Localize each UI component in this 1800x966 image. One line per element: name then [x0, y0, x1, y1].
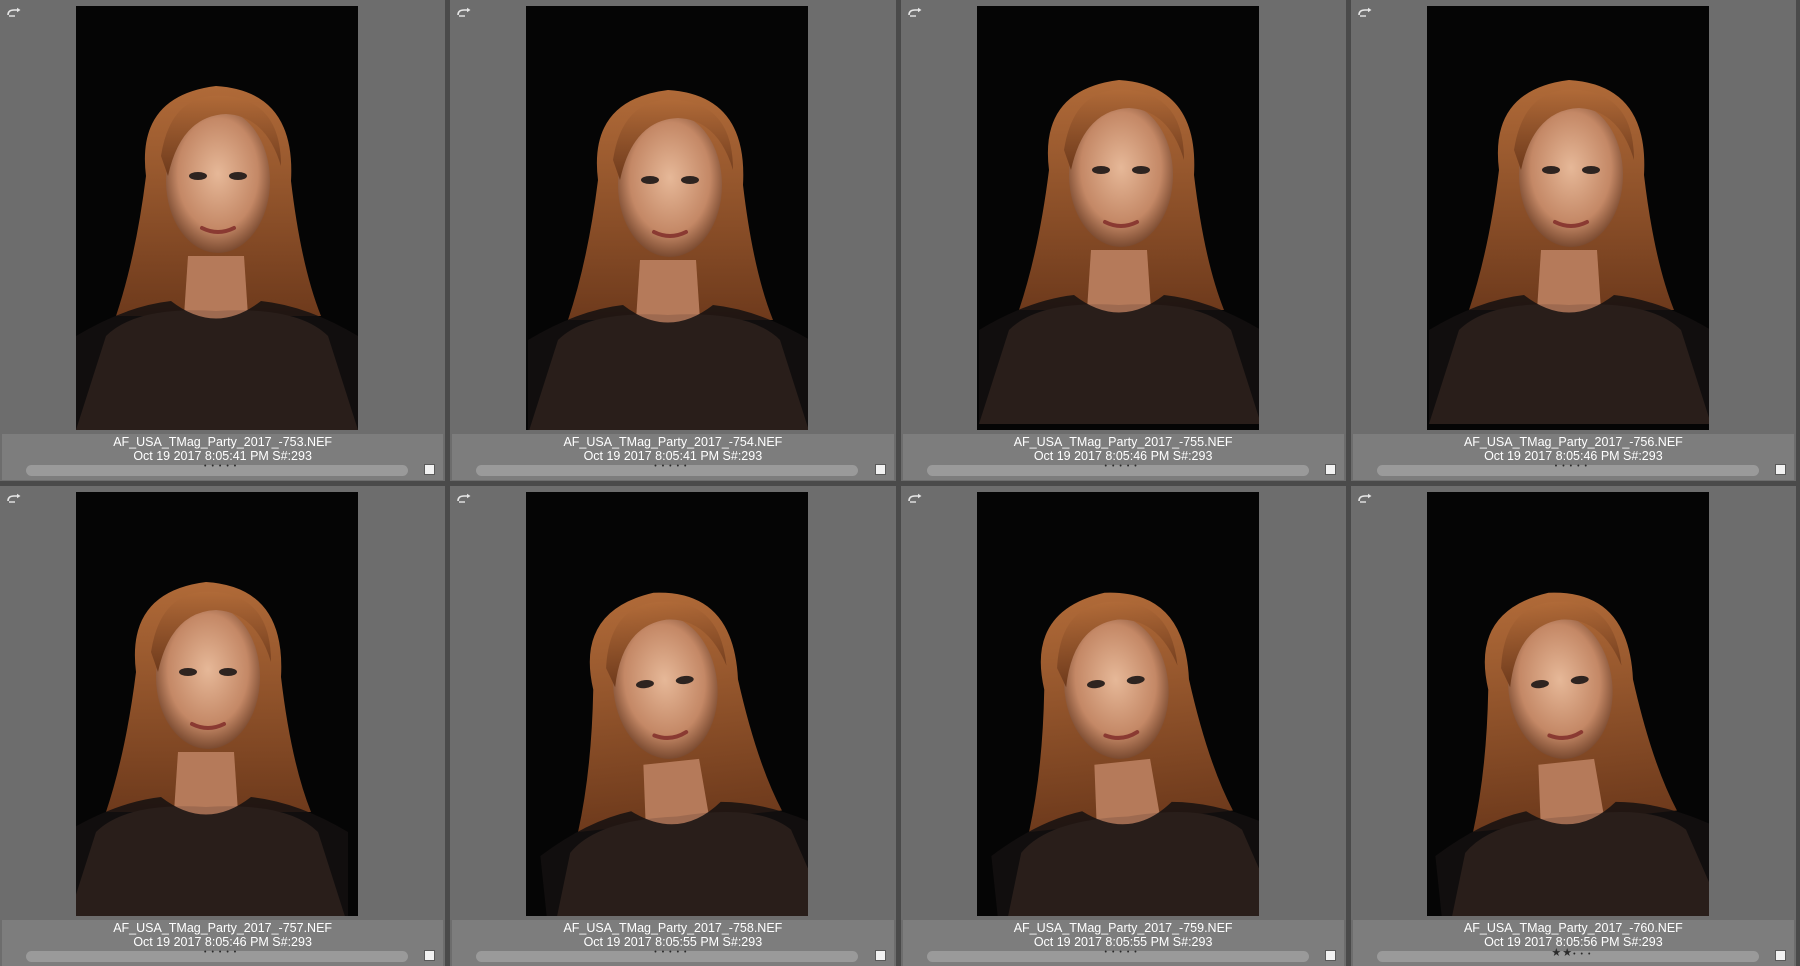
- star-empty-dot[interactable]: •: [669, 949, 676, 956]
- rotate-icon[interactable]: [6, 6, 22, 18]
- rotate-icon[interactable]: [1357, 6, 1373, 18]
- datetime-label: Oct 19 2017 8:05:56 PM S#:293: [1484, 934, 1663, 949]
- thumbnail-caption: AF_USA_TMag_Party_2017_-754.NEF Oct 19 2…: [452, 434, 894, 480]
- star-empty-dot[interactable]: •: [1577, 463, 1584, 470]
- select-checkbox[interactable]: [1324, 949, 1336, 961]
- star-empty-dot[interactable]: •: [669, 463, 676, 470]
- star-empty-dot[interactable]: •: [1581, 951, 1588, 958]
- star-rating[interactable]: •••••: [2, 949, 443, 957]
- star-empty-dot[interactable]: •: [1104, 463, 1111, 470]
- thumbnail-grid: AF_USA_TMag_Party_2017_-753.NEF Oct 19 2…: [0, 0, 1800, 966]
- thumbnail-caption: AF_USA_TMag_Party_2017_-756.NEF Oct 19 2…: [1352, 434, 1794, 480]
- rotate-icon[interactable]: [456, 492, 472, 504]
- star-empty-dot[interactable]: •: [654, 463, 661, 470]
- star-rating[interactable]: •••••: [903, 949, 1344, 957]
- star-empty-dot[interactable]: •: [1562, 463, 1569, 470]
- star-empty-dot[interactable]: •: [1119, 463, 1126, 470]
- rotate-icon[interactable]: [456, 6, 472, 18]
- star-empty-dot[interactable]: •: [677, 463, 684, 470]
- select-checkbox[interactable]: [424, 949, 436, 961]
- filename-label: AF_USA_TMag_Party_2017_-760.NEF: [1463, 920, 1683, 935]
- star-rating[interactable]: •••••: [452, 949, 893, 957]
- thumbnail-cell[interactable]: AF_USA_TMag_Party_2017_-756.NEF Oct 19 2…: [1350, 0, 1796, 481]
- select-checkbox[interactable]: [1324, 464, 1336, 475]
- star-empty-dot[interactable]: •: [654, 949, 661, 956]
- datetime-label: Oct 19 2017 8:05:41 PM S#:293: [583, 449, 763, 463]
- filename-label: AF_USA_TMag_Party_2017_-757.NEF: [113, 920, 333, 935]
- filename-label: AF_USA_TMag_Party_2017_-759.NEF: [1013, 920, 1233, 935]
- thumbnail-cell[interactable]: AF_USA_TMag_Party_2017_-758.NEF Oct 19 2…: [450, 485, 896, 966]
- photo-thumbnail[interactable]: [76, 491, 358, 916]
- star-empty-dot[interactable]: •: [211, 949, 218, 956]
- datetime-label: Oct 19 2017 8:05:41 PM S#:293: [133, 449, 312, 463]
- photo-thumbnail[interactable]: [1426, 491, 1709, 916]
- star-empty-dot[interactable]: •: [211, 463, 218, 470]
- star-filled-icon[interactable]: ★: [1551, 947, 1562, 959]
- rotate-icon[interactable]: [907, 6, 923, 18]
- photo-thumbnail[interactable]: [1426, 6, 1709, 430]
- thumbnail-cell[interactable]: AF_USA_TMag_Party_2017_-757.NEF Oct 19 2…: [0, 485, 446, 966]
- thumbnail-cell[interactable]: AF_USA_TMag_Party_2017_-760.NEF Oct 19 2…: [1350, 485, 1796, 966]
- filename-label: AF_USA_TMag_Party_2017_-755.NEF: [1013, 435, 1233, 449]
- filename-label: AF_USA_TMag_Party_2017_-753.NEF: [113, 435, 333, 449]
- star-empty-dot[interactable]: •: [234, 949, 241, 956]
- photo-thumbnail[interactable]: [976, 6, 1259, 430]
- photo-thumbnail[interactable]: [526, 6, 809, 430]
- star-empty-dot[interactable]: •: [1134, 949, 1141, 956]
- thumbnail-caption: AF_USA_TMag_Party_2017_-757.NEF Oct 19 2…: [2, 919, 444, 966]
- star-rating[interactable]: ★★•••: [1353, 947, 1794, 959]
- thumbnail-caption: AF_USA_TMag_Party_2017_-759.NEF Oct 19 2…: [902, 919, 1344, 966]
- filename-label: AF_USA_TMag_Party_2017_-758.NEF: [563, 920, 783, 935]
- filename-label: AF_USA_TMag_Party_2017_-756.NEF: [1463, 435, 1683, 449]
- select-checkbox[interactable]: [1775, 949, 1786, 961]
- star-empty-dot[interactable]: •: [234, 463, 241, 470]
- thumbnail-caption: AF_USA_TMag_Party_2017_-753.NEF Oct 19 2…: [2, 434, 444, 480]
- thumbnail-caption: AF_USA_TMag_Party_2017_-758.NEF Oct 19 2…: [452, 919, 894, 966]
- star-empty-dot[interactable]: •: [677, 949, 684, 956]
- select-checkbox[interactable]: [874, 464, 886, 475]
- star-rating[interactable]: •••••: [2, 463, 443, 471]
- datetime-label: Oct 19 2017 8:05:46 PM S#:293: [1033, 449, 1213, 463]
- datetime-label: Oct 19 2017 8:05:55 PM S#:293: [583, 934, 763, 949]
- star-empty-dot[interactable]: •: [1134, 463, 1141, 470]
- datetime-label: Oct 19 2017 8:05:55 PM S#:293: [1033, 934, 1213, 949]
- datetime-label: Oct 19 2017 8:05:46 PM S#:293: [1484, 449, 1663, 463]
- thumbnail-cell[interactable]: AF_USA_TMag_Party_2017_-755.NEF Oct 19 2…: [900, 0, 1346, 481]
- rotate-icon[interactable]: [907, 492, 923, 504]
- star-rating[interactable]: •••••: [903, 463, 1344, 471]
- thumbnail-cell[interactable]: AF_USA_TMag_Party_2017_-754.NEF Oct 19 2…: [450, 0, 896, 481]
- rotate-icon[interactable]: [1357, 492, 1373, 504]
- star-empty-dot[interactable]: •: [226, 463, 233, 470]
- star-empty-dot[interactable]: •: [684, 949, 691, 956]
- rotate-icon[interactable]: [6, 492, 22, 504]
- photo-thumbnail[interactable]: [76, 6, 358, 430]
- star-filled-icon[interactable]: ★: [1562, 947, 1573, 959]
- thumbnail-caption: AF_USA_TMag_Party_2017_-760.NEF Oct 19 2…: [1352, 919, 1794, 966]
- star-empty-dot[interactable]: •: [1570, 463, 1577, 470]
- star-empty-dot[interactable]: •: [1585, 463, 1592, 470]
- thumbnail-cell[interactable]: AF_USA_TMag_Party_2017_-759.NEF Oct 19 2…: [900, 485, 1346, 966]
- thumbnail-cell[interactable]: AF_USA_TMag_Party_2017_-753.NEF Oct 19 2…: [0, 0, 446, 481]
- select-checkbox[interactable]: [874, 949, 886, 961]
- datetime-label: Oct 19 2017 8:05:46 PM S#:293: [133, 934, 312, 949]
- star-empty-dot[interactable]: •: [1104, 949, 1111, 956]
- star-empty-dot[interactable]: •: [1573, 951, 1580, 958]
- star-rating[interactable]: •••••: [452, 463, 893, 471]
- star-empty-dot[interactable]: •: [226, 949, 233, 956]
- thumbnail-caption: AF_USA_TMag_Party_2017_-755.NEF Oct 19 2…: [902, 434, 1344, 480]
- select-checkbox[interactable]: [1775, 464, 1786, 475]
- photo-thumbnail[interactable]: [976, 491, 1259, 916]
- filename-label: AF_USA_TMag_Party_2017_-754.NEF: [563, 435, 783, 449]
- photo-thumbnail[interactable]: [526, 491, 809, 916]
- star-empty-dot[interactable]: •: [1119, 949, 1126, 956]
- star-empty-dot[interactable]: •: [1588, 951, 1595, 958]
- star-rating[interactable]: •••••: [1353, 463, 1794, 471]
- select-checkbox[interactable]: [424, 464, 436, 475]
- star-empty-dot[interactable]: •: [684, 463, 691, 470]
